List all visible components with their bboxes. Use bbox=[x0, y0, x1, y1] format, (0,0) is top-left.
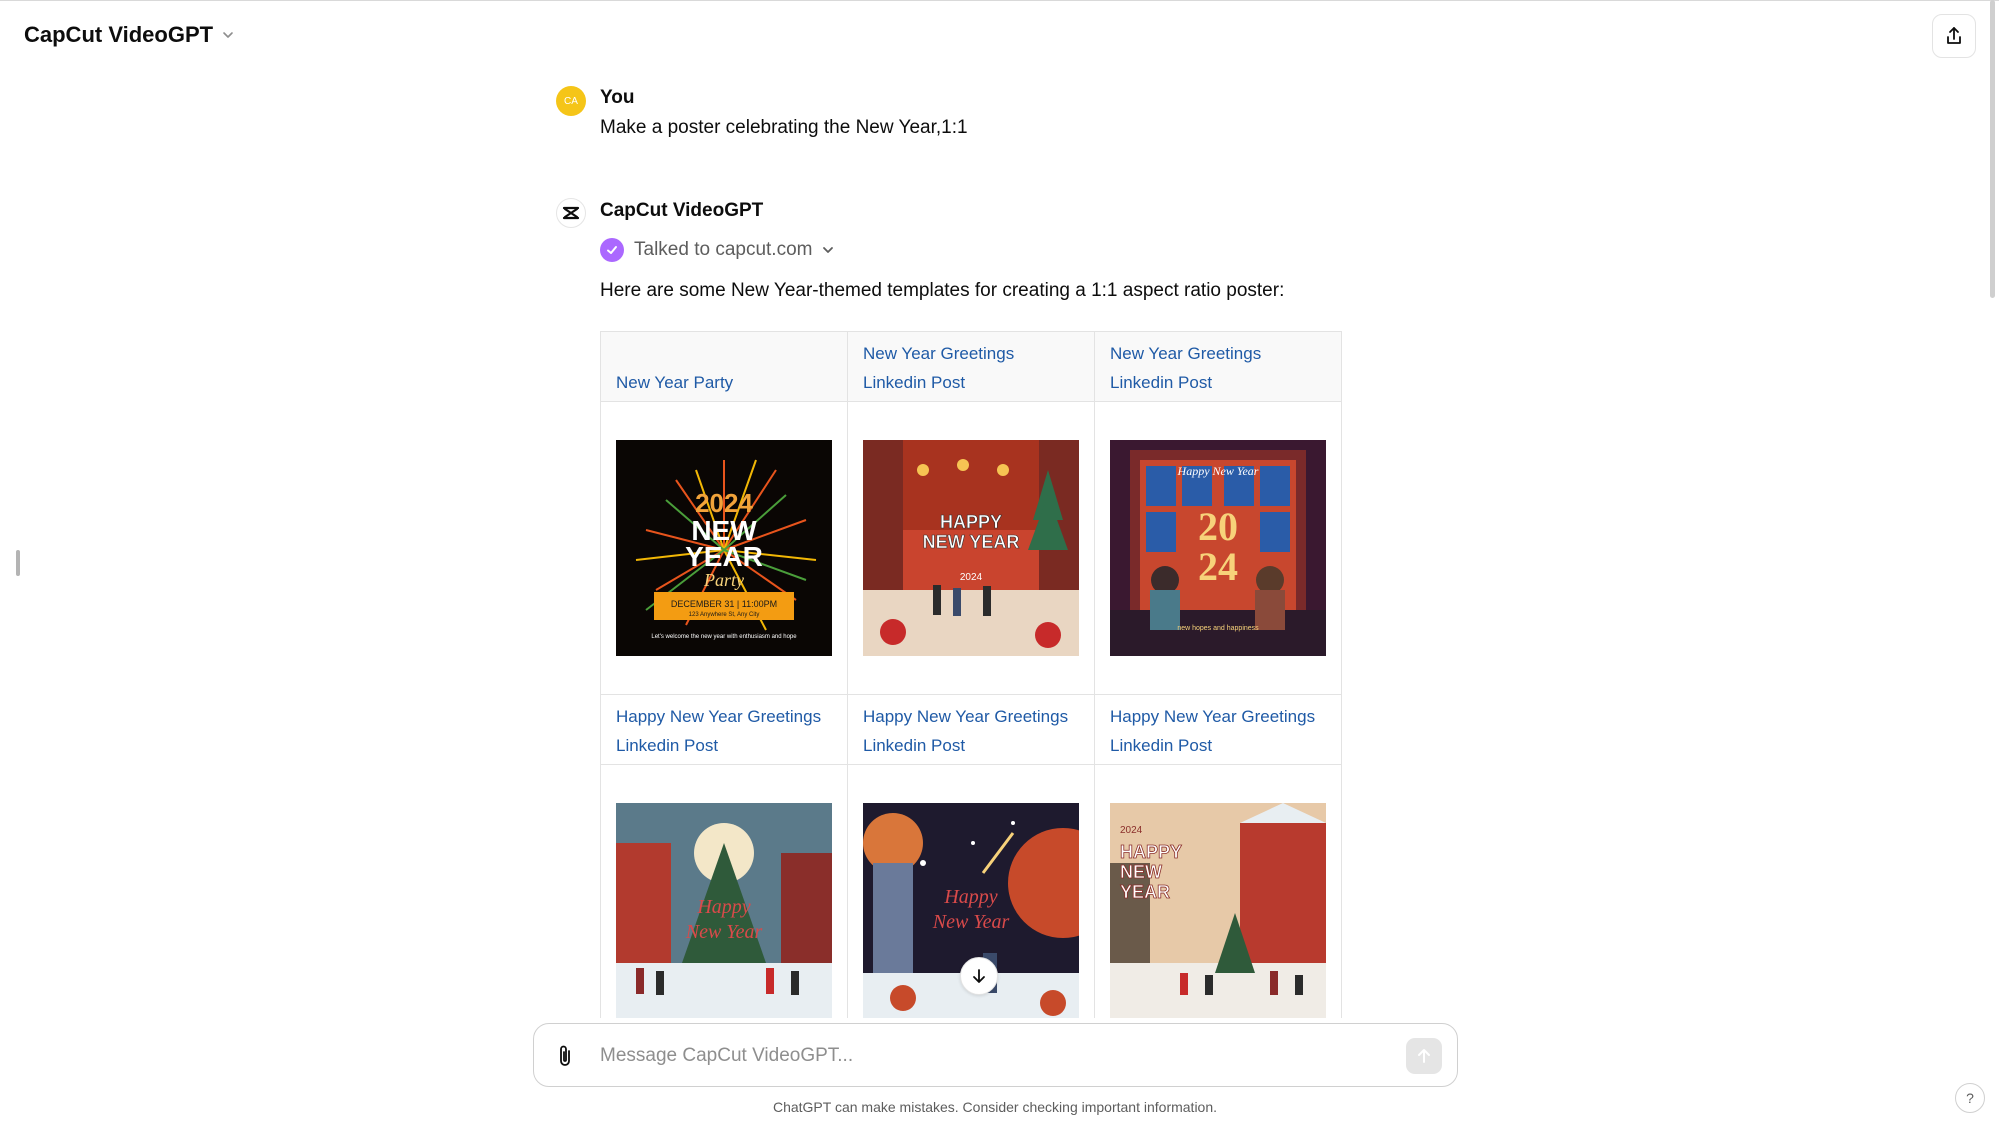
template-link[interactable]: Happy New Year Greetings Linkedin Post bbox=[616, 702, 832, 764]
table-cell: Happy New Year bbox=[600, 764, 848, 1058]
table-cell: HAPPY NEW YEAR 2024 bbox=[847, 401, 1095, 695]
table-header-cell: New Year Party bbox=[600, 331, 848, 402]
scrollbar[interactable] bbox=[1990, 0, 1999, 300]
table-cell: 2024 NEW YEAR Party DECEMBER 31 | 11:00P… bbox=[600, 401, 848, 695]
svg-text:New Year: New Year bbox=[685, 921, 763, 943]
scrollbar-thumb[interactable] bbox=[1990, 0, 1995, 298]
template-image-new-year-party[interactable]: 2024 NEW YEAR Party DECEMBER 31 | 11:00P… bbox=[616, 440, 832, 656]
scroll-to-bottom-button[interactable] bbox=[960, 957, 998, 995]
share-button[interactable] bbox=[1932, 14, 1976, 58]
table-cell: Happy New Year Greetings Linkedin Post bbox=[847, 694, 1095, 765]
template-link[interactable]: Happy New Year Greetings Linkedin Post bbox=[1110, 702, 1326, 764]
table-cell: Happy New Year bbox=[847, 764, 1095, 1058]
tool-call-toggle[interactable]: Talked to capcut.com bbox=[600, 238, 834, 262]
check-icon bbox=[600, 238, 624, 262]
svg-text:24: 24 bbox=[1198, 544, 1238, 589]
svg-text:HAPPY: HAPPY bbox=[1120, 842, 1182, 862]
tool-status-label: Talked to capcut.com bbox=[634, 239, 813, 260]
table-header-cell: New Year Greetings Linkedin Post bbox=[1094, 331, 1342, 402]
chevron-down-icon bbox=[223, 32, 233, 38]
share-icon bbox=[1947, 27, 1961, 44]
svg-text:Happy: Happy bbox=[696, 896, 750, 918]
svg-text:20: 20 bbox=[1198, 504, 1238, 549]
templates-table: New Year Party New Year Greetings Linked… bbox=[600, 331, 1342, 1058]
svg-text:Party: Party bbox=[703, 570, 744, 590]
svg-text:NEW: NEW bbox=[1120, 862, 1162, 882]
svg-text:2024: 2024 bbox=[695, 488, 753, 518]
svg-text:123 Anywhere St, Any City: 123 Anywhere St, Any City bbox=[689, 612, 760, 618]
template-image-christmas-tree-square[interactable]: Happy New Year bbox=[616, 803, 832, 1019]
svg-text:2024: 2024 bbox=[1120, 825, 1143, 836]
model-selector[interactable]: CapCut VideoGPT bbox=[24, 22, 235, 48]
message-composer bbox=[533, 1023, 1458, 1087]
svg-text:YEAR: YEAR bbox=[685, 541, 763, 572]
table-cell: Happy New Year Greetings Linkedin Post bbox=[600, 694, 848, 765]
svg-text:HAPPY: HAPPY bbox=[940, 512, 1002, 532]
template-image-greetings-street[interactable]: HAPPY NEW YEAR 2024 bbox=[863, 440, 1079, 656]
arrow-up-icon bbox=[1418, 1049, 1430, 1063]
message-input[interactable] bbox=[600, 1040, 1360, 1072]
assistant-author: CapCut VideoGPT bbox=[600, 200, 764, 221]
template-image-greetings-window[interactable]: Happy New Year 20 24 new hopes and happi… bbox=[1110, 440, 1326, 656]
template-image-snowy-village[interactable]: 2024 HAPPY NEW YEAR bbox=[1110, 803, 1326, 1019]
table-cell: 2024 HAPPY NEW YEAR bbox=[1094, 764, 1342, 1058]
assistant-avatar bbox=[556, 198, 586, 228]
paperclip-icon bbox=[560, 1045, 570, 1066]
disclaimer-text: ChatGPT can make mistakes. Consider chec… bbox=[772, 1099, 1218, 1115]
app-title: CapCut VideoGPT bbox=[24, 22, 214, 47]
template-link[interactable]: Happy New Year Greetings Linkedin Post bbox=[863, 702, 1079, 764]
svg-text:new hopes and happiness: new hopes and happiness bbox=[1177, 625, 1259, 632]
top-divider bbox=[0, 0, 1999, 1]
svg-text:2024: 2024 bbox=[960, 572, 983, 583]
template-link[interactable]: New Year Greetings Linkedin Post bbox=[863, 339, 1079, 401]
send-button[interactable] bbox=[1406, 1038, 1442, 1074]
svg-text:NEW YEAR: NEW YEAR bbox=[923, 532, 1020, 552]
sidebar-toggle-handle[interactable] bbox=[16, 550, 20, 576]
table-cell: Happy New Year 20 24 new hopes and happi… bbox=[1094, 401, 1342, 695]
user-message-text: Make a poster celebrating the New Year,1… bbox=[600, 117, 968, 138]
capcut-logo-icon bbox=[562, 206, 580, 220]
help-icon: ? bbox=[1966, 1090, 1974, 1106]
table-header-cell: New Year Greetings Linkedin Post bbox=[847, 331, 1095, 402]
arrow-down-icon bbox=[973, 969, 985, 983]
svg-text:Happy New Year: Happy New Year bbox=[1177, 464, 1259, 478]
assistant-intro-text: Here are some New Year-themed templates … bbox=[600, 280, 1285, 301]
user-author: You bbox=[600, 87, 635, 108]
svg-text:Happy: Happy bbox=[943, 886, 997, 908]
avatar: CA bbox=[556, 86, 586, 116]
svg-text:YEAR: YEAR bbox=[1120, 882, 1170, 902]
table-cell: Happy New Year Greetings Linkedin Post bbox=[1094, 694, 1342, 765]
svg-text:New Year: New Year bbox=[932, 911, 1010, 933]
help-button[interactable]: ? bbox=[1955, 1083, 1985, 1113]
template-link[interactable]: New Year Greetings Linkedin Post bbox=[1110, 339, 1326, 401]
chevron-down-icon bbox=[823, 247, 834, 253]
attach-button[interactable] bbox=[552, 1042, 578, 1070]
template-link[interactable]: New Year Party bbox=[616, 368, 832, 401]
svg-text:DECEMBER 31 | 11:00PM: DECEMBER 31 | 11:00PM bbox=[671, 599, 777, 609]
svg-text:Let's welcome the new year wit: Let's welcome the new year with enthusia… bbox=[651, 634, 797, 640]
